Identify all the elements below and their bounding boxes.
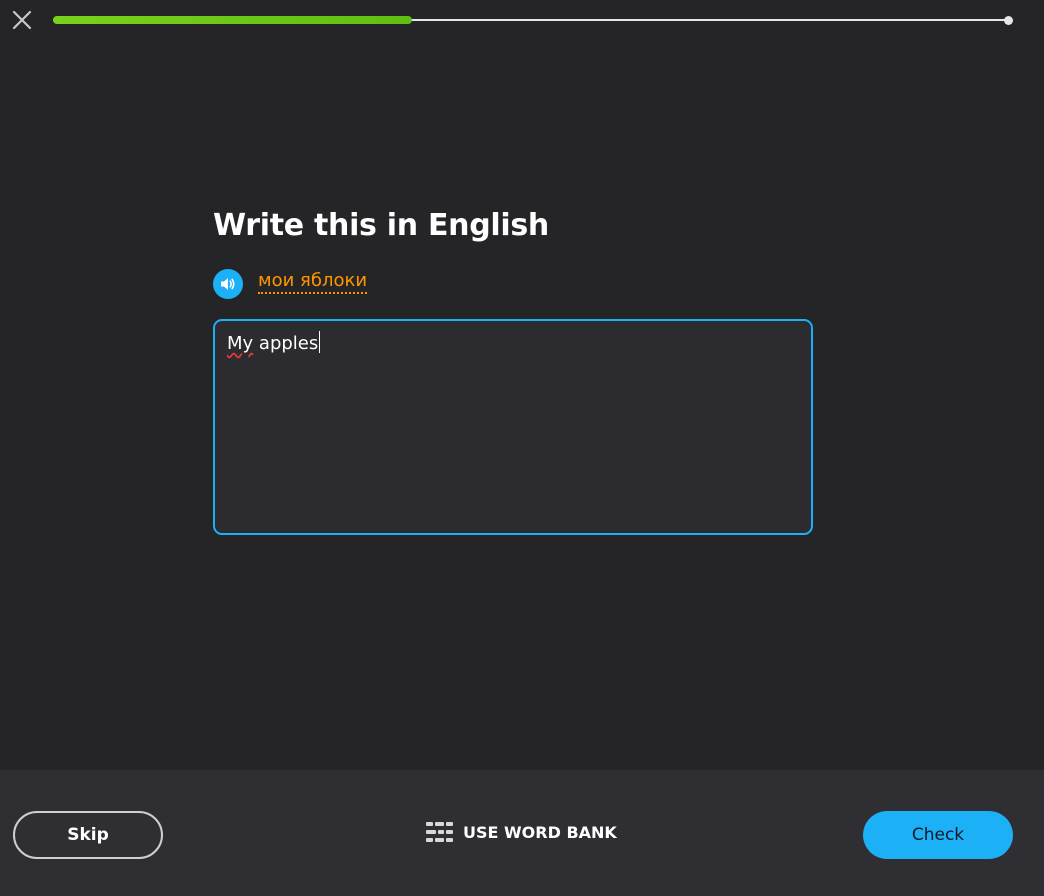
skip-button[interactable]: Skip: [13, 811, 163, 859]
answer-rest-text: apples: [253, 333, 319, 354]
answer-text: My apples: [227, 331, 321, 354]
close-icon: [12, 10, 32, 30]
answer-misspelled-word: My: [227, 333, 254, 354]
prompt-text[interactable]: мои яблоки: [258, 270, 368, 294]
lesson-page: Write this in English мои яблоки My appl…: [0, 0, 1044, 896]
close-button[interactable]: [9, 7, 35, 33]
prompt-sentence[interactable]: мои яблоки: [258, 270, 368, 294]
progress-end-dot: [1004, 16, 1013, 25]
check-button[interactable]: Check: [863, 811, 1013, 859]
text-caret: [319, 331, 321, 353]
word-bank-icon: [426, 822, 453, 842]
speaker-icon: [221, 278, 235, 290]
progress-fill: [53, 16, 412, 24]
word-bank-label: USE WORD BANK: [463, 822, 617, 842]
challenge-title: Write this in English: [213, 208, 549, 243]
footer-bar: Skip USE WORD BANK Check: [0, 770, 1044, 896]
use-word-bank-button[interactable]: USE WORD BANK: [426, 822, 617, 842]
play-audio-button[interactable]: [213, 269, 243, 299]
answer-textarea[interactable]: My apples: [213, 319, 813, 535]
